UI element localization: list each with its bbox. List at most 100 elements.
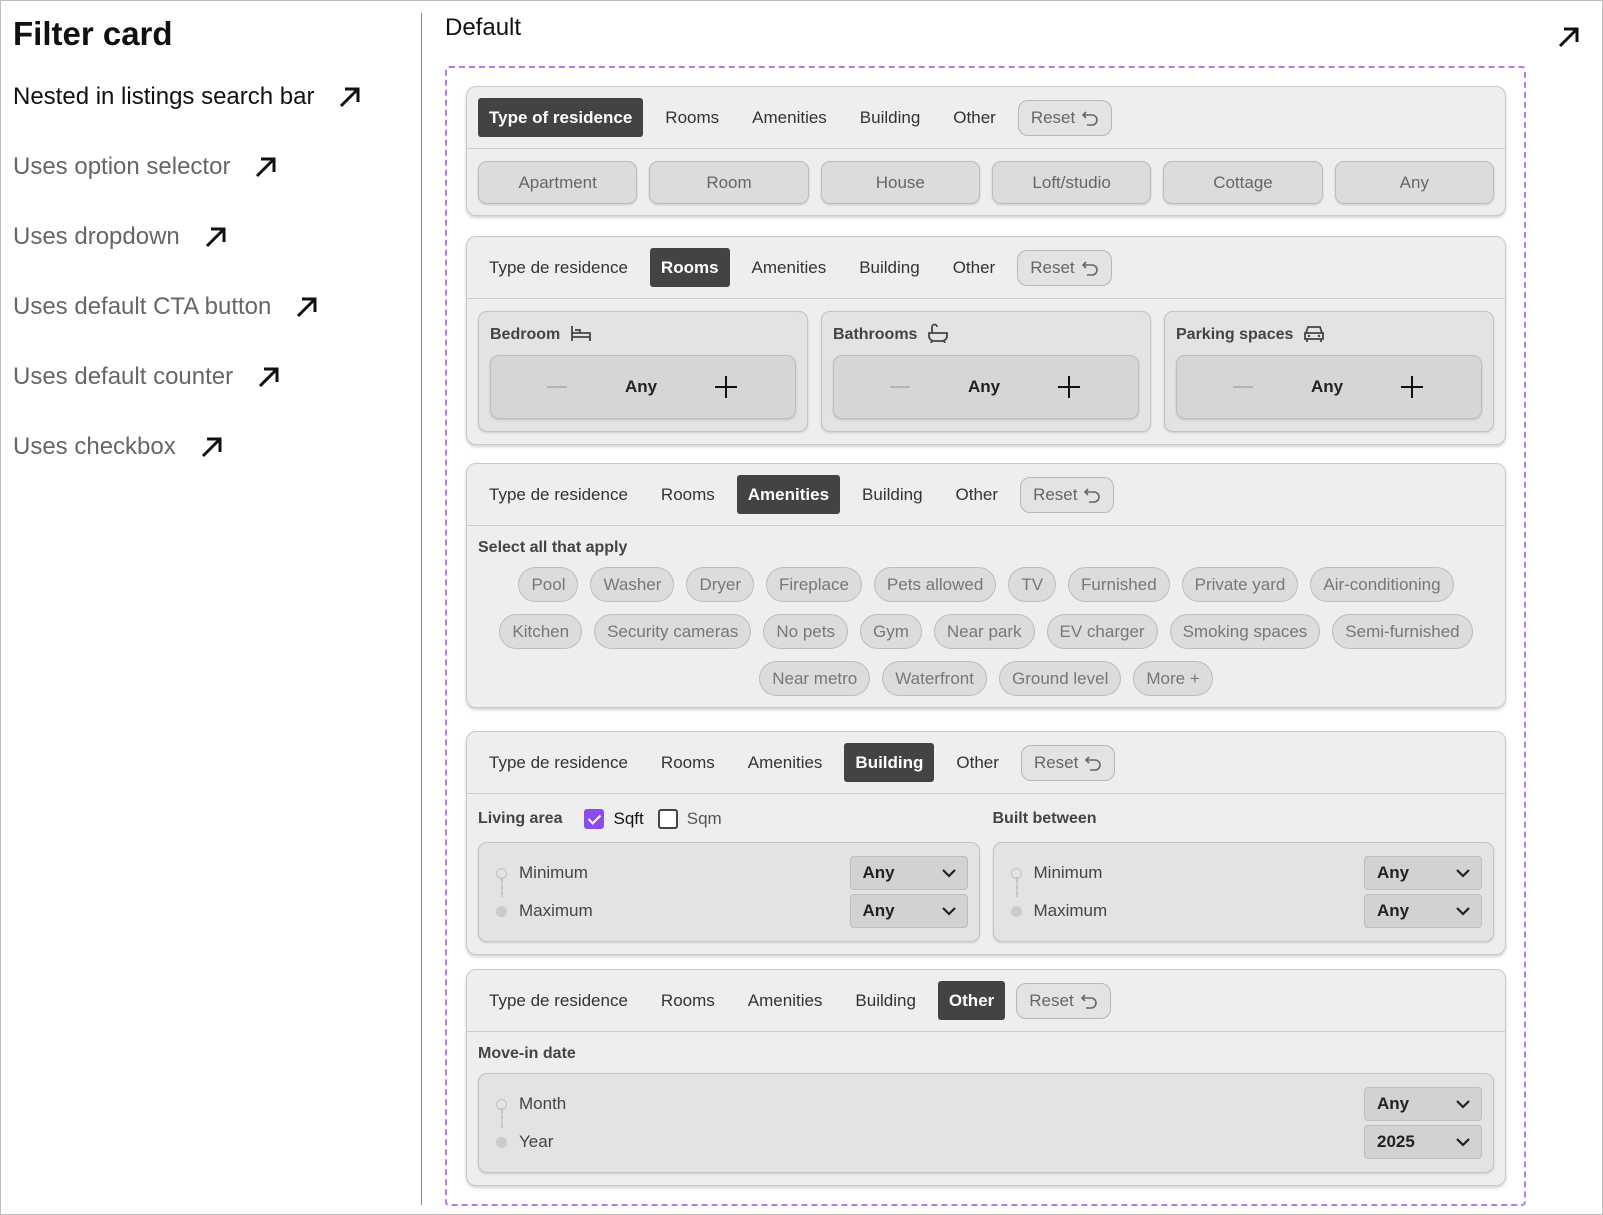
reset-button[interactable]: Reset [1020,744,1116,781]
chip-pets-allowed[interactable]: Pets allowed [873,567,997,602]
panel-divider [421,13,422,1205]
tab-other[interactable]: Other [937,981,1006,1020]
chip-security-cameras[interactable]: Security cameras [594,614,752,649]
chip-air-conditioning[interactable]: Air-conditioning [1310,567,1454,602]
filter-card-amenities: Type de residence Rooms Amenities Building O… [466,463,1506,708]
tab-building[interactable]: Building [848,248,931,287]
sqm-checkbox[interactable]: Sqm [657,809,722,829]
decrement-button[interactable] [890,386,910,388]
tab-type-de-residence[interactable]: Type de residence [478,743,639,782]
option-apartment[interactable]: Apartment [478,161,638,204]
reset-button[interactable]: Reset [1020,476,1115,513]
chip-semi-furnished[interactable]: Semi-furnished [1332,614,1473,649]
tab-other[interactable]: Other [942,248,1007,287]
chip-smoking-spaces[interactable]: Smoking spaces [1169,614,1321,649]
arrow-up-right-icon [202,223,230,251]
chip-ev-charger[interactable]: EV charger [1046,614,1158,649]
tab-rooms[interactable]: Rooms [654,98,730,137]
tab-type-de-residence[interactable]: Type de residence [478,475,639,514]
tab-building[interactable]: Building [849,98,932,137]
link-uses-option-selector[interactable]: Uses option selector [13,153,280,181]
link-label: Uses option selector [13,153,231,180]
reset-button[interactable]: Reset [1017,99,1113,136]
chip-pool[interactable]: Pool [518,567,579,602]
undo-icon [1081,109,1099,127]
tab-amenities[interactable]: Amenities [736,475,841,514]
sqft-checkbox[interactable]: Sqft [584,809,644,829]
tab-type-de-residence[interactable]: Type de residence [478,981,639,1020]
decrement-button[interactable] [547,386,567,388]
checkbox-unchecked[interactable] [657,809,678,829]
chip-kitchen[interactable]: Kitchen [499,614,583,649]
tab-building[interactable]: Building [844,981,927,1020]
link-label: Uses checkbox [13,433,176,460]
tab-other[interactable]: Other [945,475,1010,514]
tab-other[interactable]: Other [942,98,1007,137]
link-uses-default-cta-button[interactable]: Uses default CTA button [13,293,321,321]
option-house[interactable]: House [820,161,980,204]
increment-button[interactable] [715,376,737,398]
reset-button[interactable]: Reset [1017,249,1112,286]
filter-card-other: Type de residence Rooms Amenities Building O… [466,969,1506,1186]
tab-amenities[interactable]: Amenities [737,981,834,1020]
link-uses-dropdown[interactable]: Uses dropdown [13,223,230,251]
chip-dryer[interactable]: Dryer [686,567,754,602]
tab-rooms[interactable]: Rooms [650,981,726,1020]
chip-fireplace[interactable]: Fireplace [766,567,862,602]
reset-button[interactable]: Reset [1016,982,1111,1019]
checkbox-checked[interactable] [584,809,605,829]
chip-near-metro[interactable]: Near metro [759,661,871,696]
link-nested-in-listings-search-bar[interactable]: Nested in listings search bar [13,83,364,111]
counter-control: Any [1176,355,1482,419]
tab-rooms[interactable]: Rooms [649,248,730,287]
tab-amenities[interactable]: Amenities [737,743,834,782]
decrement-button[interactable] [1233,386,1253,388]
maximum-dropdown[interactable]: Any [1364,894,1482,928]
option-loft-studio[interactable]: Loft/studio [991,161,1152,204]
chevron-down-icon [1456,1100,1470,1109]
option-any[interactable]: Any [1334,161,1494,204]
minimum-dropdown[interactable]: Any [1364,856,1482,890]
link-label: Uses default CTA button [13,293,272,320]
open-link-arrow-icon[interactable] [1555,23,1583,56]
counter-bedroom: Bedroom Any [478,311,808,432]
chip-private-yard[interactable]: Private yard [1181,567,1299,602]
chip-gym[interactable]: Gym [859,614,922,649]
move-in-date-title: Move-in date [478,1045,576,1062]
year-dropdown[interactable]: 2025 [1364,1125,1482,1159]
tab-other[interactable]: Other [945,743,1010,782]
chip-waterfront[interactable]: Waterfront [882,661,987,696]
tab-rooms[interactable]: Rooms [650,743,726,782]
chip-tv[interactable]: TV [1008,567,1057,602]
option-cottage[interactable]: Cottage [1163,161,1323,204]
increment-button[interactable] [1401,376,1423,398]
tab-type-de-residence[interactable]: Type de residence [478,248,639,287]
undo-icon [1081,259,1099,277]
tab-rooms[interactable]: Rooms [650,475,726,514]
chip-washer[interactable]: Washer [590,567,675,602]
tab-amenities[interactable]: Amenities [741,98,838,137]
maximum-dropdown[interactable]: Any [849,894,968,928]
month-dropdown[interactable]: Any [1364,1087,1482,1121]
chip-near-park[interactable]: Near park [933,614,1035,649]
chip-no-pets[interactable]: No pets [763,614,848,649]
built-between-range: Minimum Any Maximum Any [992,842,1494,942]
tab-amenities[interactable]: Amenities [741,248,838,287]
increment-button[interactable] [1058,376,1080,398]
tab-building[interactable]: Building [851,475,934,514]
chevron-down-icon [1456,907,1470,916]
tab-bar: Type of residence Rooms Amenities Building O… [467,87,1505,149]
minimum-dropdown[interactable]: Any [849,856,968,890]
chip-furnished[interactable]: Furnished [1068,567,1170,602]
reset-label: Reset [1030,107,1076,127]
link-uses-default-counter[interactable]: Uses default counter [13,363,283,391]
option-room[interactable]: Room [649,161,809,204]
tab-building[interactable]: Building [844,743,935,782]
link-uses-checkbox[interactable]: Uses checkbox [13,433,226,461]
chip-ground-level[interactable]: Ground level [998,661,1122,696]
undo-icon [1083,486,1101,504]
tab-type-of-residence[interactable]: Type of residence [478,98,644,137]
chip-more[interactable]: More + [1133,661,1213,696]
reset-label: Reset [1030,257,1075,277]
undo-icon [1080,992,1098,1010]
